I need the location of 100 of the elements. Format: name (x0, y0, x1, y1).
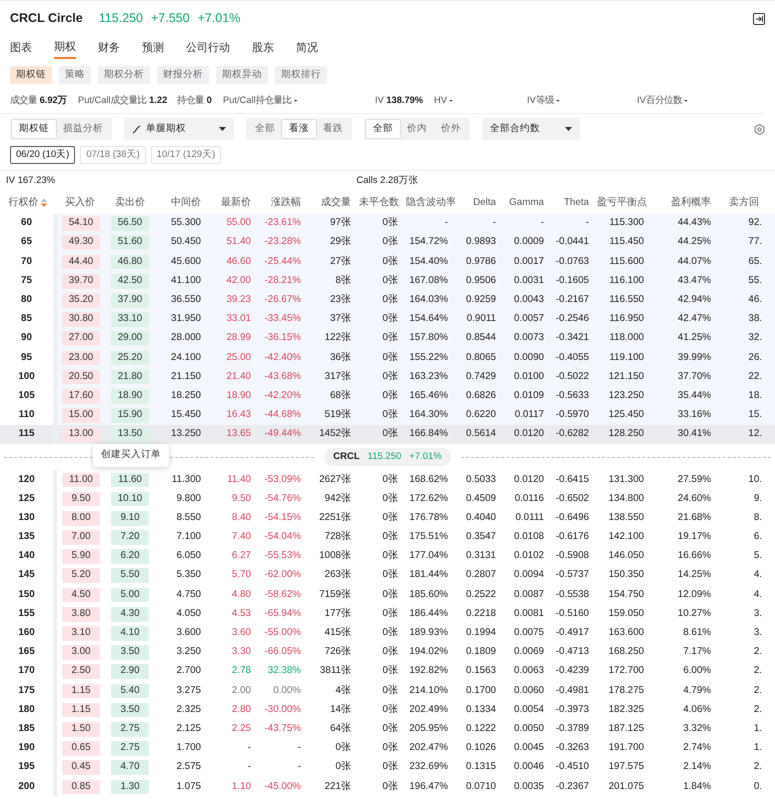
bid-price[interactable]: 44.40 (62, 254, 100, 270)
bid-price[interactable]: 3.10 (62, 626, 100, 641)
tab[interactable]: 公司行动 (186, 37, 230, 59)
subtab[interactable]: 期权排行 (275, 66, 327, 84)
ask-price[interactable]: 56.50 (111, 216, 149, 231)
bid-price[interactable]: 8.00 (62, 510, 100, 526)
expiry-tab[interactable]: 10/17 (129天) (150, 146, 222, 164)
segment-option[interactable]: 损益分析 (56, 120, 110, 138)
mid-price: 36.550 (155, 290, 205, 310)
bid-price[interactable]: 0.85 (62, 780, 100, 794)
settings-icon[interactable] (754, 124, 765, 134)
bid-price[interactable]: 15.00 (62, 408, 100, 423)
bid-price[interactable]: 7.00 (62, 530, 100, 545)
ask-price[interactable]: 5.00 (111, 588, 149, 602)
tab[interactable]: 财务 (98, 37, 120, 59)
ask-price[interactable]: 15.90 (111, 408, 149, 423)
expand-panel-icon[interactable] (753, 12, 765, 24)
ask-price[interactable]: 9.10 (111, 510, 149, 526)
sort-icon[interactable] (40, 198, 46, 207)
ask-price[interactable]: 10.10 (111, 492, 149, 506)
ask-price[interactable]: 18.90 (111, 388, 149, 404)
ask-price[interactable]: 2.75 (111, 722, 149, 737)
ask-price[interactable]: 51.60 (111, 235, 149, 250)
bid-price[interactable]: 49.30 (62, 235, 100, 250)
ask-price[interactable]: 3.50 (111, 645, 149, 660)
bid-price[interactable]: 54.10 (62, 216, 100, 231)
ask-price[interactable]: 4.30 (111, 606, 149, 622)
ask-price[interactable]: 3.50 (111, 702, 149, 718)
implied-volatility: 185.60% (408, 588, 449, 602)
delta: 0.9786 (452, 252, 500, 272)
ask-price[interactable]: 4.70 (111, 760, 149, 775)
ask-price[interactable]: 2.75 (111, 741, 149, 756)
ask-price[interactable]: 5.40 (111, 684, 149, 698)
bid-price[interactable]: 0.45 (62, 760, 100, 775)
bid-price[interactable]: 23.00 (62, 350, 100, 366)
seller-return: 0. (752, 780, 763, 794)
bid-price[interactable]: 9.50 (62, 492, 100, 506)
subtab[interactable]: 策略 (59, 66, 91, 84)
bid-price[interactable]: 2.50 (62, 664, 100, 680)
ask-price[interactable]: 33.10 (111, 312, 149, 327)
ask-price[interactable]: 42.50 (111, 274, 149, 288)
bid-price[interactable]: 35.20 (62, 293, 100, 308)
last-price: 13.65 (205, 425, 255, 444)
implied-volatility: 181.44% (408, 568, 449, 582)
expiry-tab[interactable]: 06/20 (10天) (10, 146, 76, 164)
bid-price[interactable]: 4.50 (62, 588, 100, 602)
change-percent: -58.62% (264, 588, 302, 602)
ask-price[interactable]: 25.20 (111, 350, 149, 366)
ask-price[interactable]: 46.80 (111, 254, 149, 270)
bid-price[interactable]: 17.60 (62, 388, 100, 404)
ask-price[interactable]: 7.20 (111, 530, 149, 545)
change-percent: -43.75% (264, 722, 302, 736)
tab[interactable]: 图表 (10, 37, 32, 59)
ask-price[interactable]: 6.20 (111, 549, 149, 564)
bid-price[interactable]: 39.70 (62, 274, 100, 288)
ask-price[interactable]: 1.30 (111, 780, 149, 794)
dropdown[interactable]: 单腿期权 (124, 118, 234, 140)
bid-price[interactable]: 11.00 (62, 472, 100, 488)
subtab[interactable]: 期权异动 (216, 66, 268, 84)
bid-price[interactable]: 5.20 (62, 568, 100, 584)
bid-price[interactable]: 3.00 (62, 645, 100, 660)
ask-price[interactable]: 37.90 (111, 293, 149, 308)
tab[interactable]: 股东 (252, 37, 274, 59)
bid-price[interactable]: 30.80 (62, 312, 100, 327)
subtab[interactable]: 期权链 (10, 66, 52, 84)
bid-price[interactable]: 1.15 (62, 684, 100, 698)
ask-price[interactable]: 13.50 (111, 427, 149, 442)
open-interest: 0张 (355, 425, 402, 444)
expiry-tab[interactable]: 07/18 (38天) (80, 146, 146, 164)
subtab[interactable]: 期权分析 (98, 66, 150, 84)
segment-option[interactable]: 价外 (434, 120, 468, 138)
bid-price[interactable]: 3.80 (62, 606, 100, 622)
tab[interactable]: 期权 (54, 37, 76, 59)
segment-option[interactable]: 全部 (248, 120, 282, 138)
segment-option[interactable]: 看跌 (316, 120, 350, 138)
segment-option[interactable]: 期权链 (12, 120, 56, 138)
theta: -0.3421 (548, 329, 593, 348)
dropdown[interactable]: 全部合约数 (482, 118, 580, 140)
bid-price[interactable]: 0.65 (62, 741, 100, 756)
bid-price[interactable]: 13.00 (62, 427, 100, 442)
ask-price[interactable]: 11.60 (111, 472, 149, 488)
ask-price[interactable]: 4.10 (111, 626, 149, 641)
segment-option[interactable]: 价内 (400, 120, 434, 138)
segment-option[interactable]: 全部 (366, 120, 400, 138)
ask-price[interactable]: 21.80 (111, 370, 149, 384)
ask-price[interactable]: 29.00 (111, 331, 149, 346)
bid-price[interactable]: 5.90 (62, 549, 100, 564)
bid-price[interactable]: 1.50 (62, 722, 100, 737)
bid-price[interactable]: 20.50 (62, 370, 100, 384)
ask-price[interactable]: 5.50 (111, 568, 149, 584)
bid-price[interactable]: 1.15 (62, 702, 100, 718)
change-percent: 32.38% (266, 664, 302, 678)
ask-price[interactable]: 2.90 (111, 664, 149, 680)
segment-option[interactable]: 看涨 (282, 120, 316, 138)
subtab[interactable]: 财报分析 (157, 66, 209, 84)
tab[interactable]: 预测 (142, 37, 164, 59)
bid-price[interactable]: 27.00 (62, 331, 100, 346)
mid-price: 3.600 (175, 626, 202, 640)
tab[interactable]: 简况 (296, 37, 318, 59)
column-header: 成交量 (305, 192, 355, 214)
